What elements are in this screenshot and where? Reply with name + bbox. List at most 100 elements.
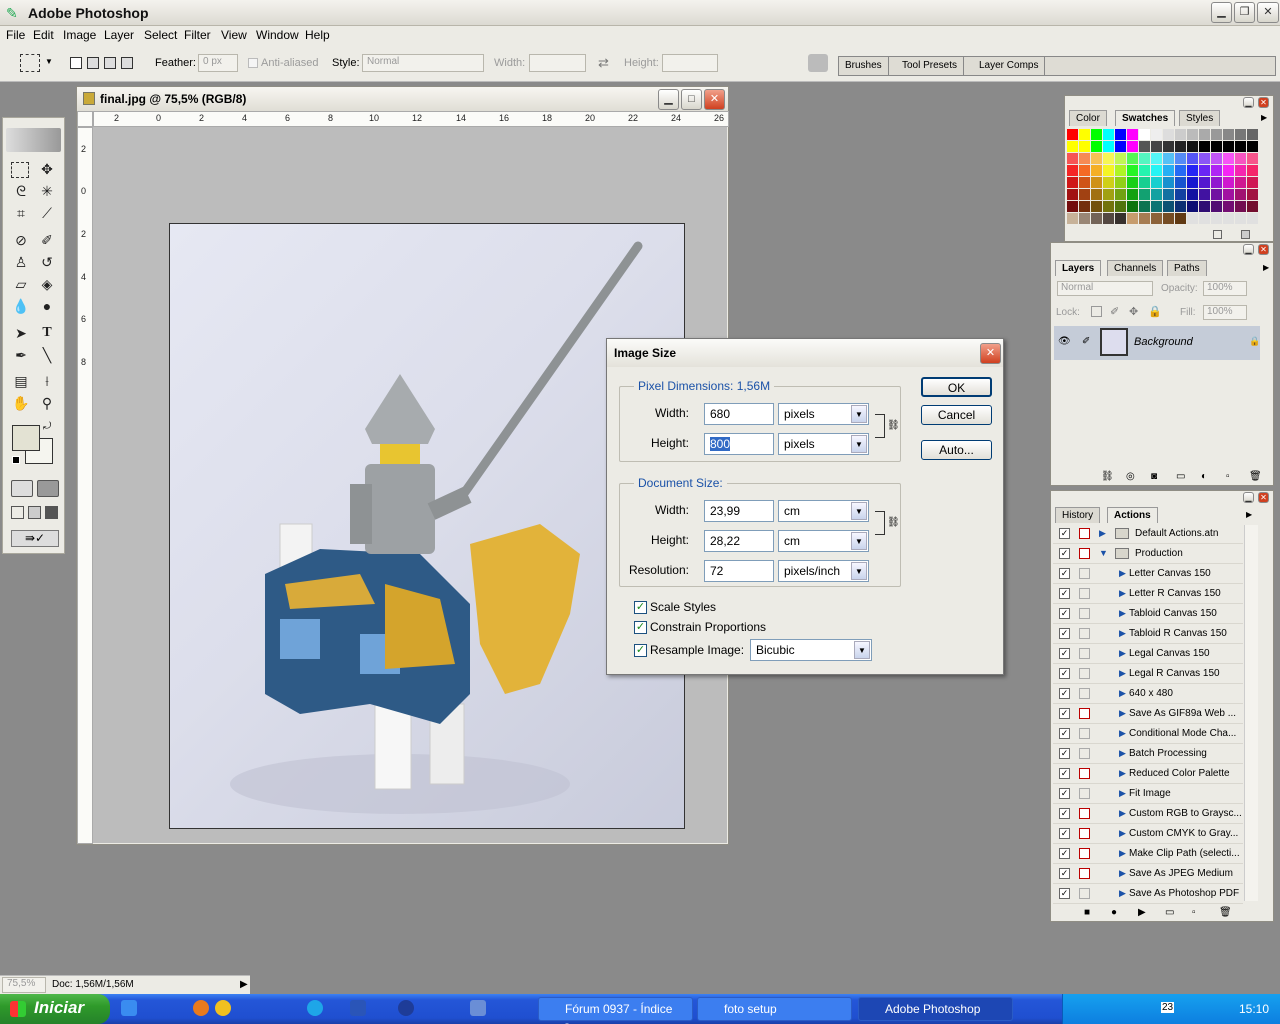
intersect-selection-icon[interactable] <box>121 57 133 69</box>
hand-tool-icon[interactable]: ✋ <box>10 393 32 413</box>
swatch-cell[interactable] <box>1223 189 1234 200</box>
action-row[interactable]: ✓ ▶ Save As GIF89a Web ... <box>1053 704 1243 724</box>
doc-close-button[interactable]: ✕ <box>704 89 725 110</box>
path-select-icon[interactable]: ➤ <box>10 323 32 343</box>
swatch-cell[interactable] <box>1175 129 1186 140</box>
new-set-icon[interactable]: ▭ <box>1165 907 1174 918</box>
swatch-cell[interactable] <box>1151 129 1162 140</box>
swatch-cell[interactable] <box>1115 177 1126 188</box>
task-foto-setup[interactable]: foto setup <box>697 997 852 1021</box>
px-width-unit-select[interactable]: pixels ▼ <box>778 403 869 425</box>
swatch-cell[interactable] <box>1103 177 1114 188</box>
swatch-cell[interactable] <box>1091 177 1102 188</box>
swatch-cell[interactable] <box>1187 165 1198 176</box>
swatch-cell[interactable] <box>1103 213 1114 224</box>
zoom-tool-icon[interactable]: ⚲ <box>36 393 58 413</box>
swatch-cell[interactable] <box>1199 141 1210 152</box>
lasso-tool-icon[interactable]: ᘓ <box>10 181 32 201</box>
swatch-cell[interactable] <box>1163 129 1174 140</box>
dialog-toggle-icon[interactable] <box>1079 768 1090 779</box>
dialog-toggle-icon[interactable] <box>1079 828 1090 839</box>
swatch-cell[interactable] <box>1151 189 1162 200</box>
eraser-tool-icon[interactable]: ▱ <box>10 274 32 294</box>
swatch-cell[interactable] <box>1175 213 1186 224</box>
layer-row-background[interactable]: 👁 ✐ Background 🔒 <box>1054 326 1260 360</box>
marquee-preset-icon[interactable] <box>20 54 40 72</box>
menu-view[interactable]: View <box>221 28 247 42</box>
action-row[interactable]: ✓ ▶ Tabloid Canvas 150 <box>1053 604 1243 624</box>
chevron-down-icon[interactable]: ▼ <box>45 57 53 66</box>
swatch-cell[interactable] <box>1187 189 1198 200</box>
ok-button[interactable]: OK <box>921 377 992 397</box>
swatch-cell[interactable] <box>1187 153 1198 164</box>
resolution-input[interactable]: 72 <box>704 560 774 582</box>
layer-mask-icon[interactable]: ◙ <box>1151 471 1157 482</box>
swatch-cell[interactable] <box>1211 201 1222 212</box>
swatch-cell[interactable] <box>1115 201 1126 212</box>
expand-triangle-icon[interactable]: ▶ <box>1119 588 1126 599</box>
layers-close-button[interactable]: ✕ <box>1258 244 1269 255</box>
swatch-cell[interactable] <box>1223 141 1234 152</box>
swatch-cell[interactable] <box>1247 213 1258 224</box>
actions-minimize-button[interactable]: ▁ <box>1243 492 1254 503</box>
swatch-cell[interactable] <box>1151 213 1162 224</box>
swatch-cell[interactable] <box>1115 189 1126 200</box>
swatch-cell[interactable] <box>1223 213 1234 224</box>
toggle-item-checkbox[interactable]: ✓ <box>1059 568 1070 579</box>
palette-well-icon[interactable] <box>808 54 828 72</box>
action-row[interactable]: ✓ ▶ Save As JPEG Medium <box>1053 864 1243 884</box>
swatch-cell[interactable] <box>1187 177 1198 188</box>
resample-method-select[interactable]: Bicubic ▼ <box>750 639 872 661</box>
swatch-cell[interactable] <box>1151 165 1162 176</box>
standard-mode-icon[interactable] <box>11 480 33 497</box>
swatch-cell[interactable] <box>1187 213 1198 224</box>
swatch-cell[interactable] <box>1127 165 1138 176</box>
magic-wand-icon[interactable]: ✳ <box>36 181 58 201</box>
play-icon[interactable]: ▶ <box>1138 907 1146 918</box>
swatch-cell[interactable] <box>1139 177 1150 188</box>
history-brush-icon[interactable]: ↺ <box>36 252 58 272</box>
px-height-input[interactable]: 800 <box>704 433 774 455</box>
swatch-cell[interactable] <box>1235 201 1246 212</box>
swatch-cell[interactable] <box>1223 129 1234 140</box>
dialog-toggle-icon[interactable] <box>1079 588 1090 599</box>
swatch-cell[interactable] <box>1247 201 1258 212</box>
swatch-cell[interactable] <box>1211 165 1222 176</box>
swatch-cell[interactable] <box>1235 153 1246 164</box>
toggle-item-checkbox[interactable]: ✓ <box>1059 548 1070 559</box>
swatch-cell[interactable] <box>1199 165 1210 176</box>
lock-image-icon[interactable]: ✐ <box>1110 305 1119 318</box>
toggle-item-checkbox[interactable]: ✓ <box>1059 608 1070 619</box>
trash-icon[interactable]: 🗑 <box>1219 907 1232 918</box>
dialog-toggle-icon[interactable] <box>1079 788 1090 799</box>
swatch-cell[interactable] <box>1151 153 1162 164</box>
dialog-toggle-icon[interactable] <box>1079 808 1090 819</box>
action-set-row[interactable]: ✓ ▼ Production <box>1053 544 1243 564</box>
well-tab-layer-comps[interactable]: Layer Comps <box>973 57 1046 75</box>
panel-close-button[interactable]: ✕ <box>1258 97 1269 108</box>
swatch-cell[interactable] <box>1079 129 1090 140</box>
swatch-cell[interactable] <box>1163 213 1174 224</box>
swatch-cell[interactable] <box>1103 201 1114 212</box>
cancel-button[interactable]: Cancel <box>921 405 992 425</box>
swatch-grid[interactable] <box>1067 129 1259 225</box>
swatch-cell[interactable] <box>1103 165 1114 176</box>
swatch-cell[interactable] <box>1127 213 1138 224</box>
toggle-item-checkbox[interactable]: ✓ <box>1059 808 1070 819</box>
toggle-item-checkbox[interactable]: ✓ <box>1059 528 1070 539</box>
new-group-icon[interactable]: ▭ <box>1176 471 1185 482</box>
actions-close-button[interactable]: ✕ <box>1258 492 1269 503</box>
dialog-toggle-icon[interactable] <box>1079 608 1090 619</box>
blend-mode-select[interactable]: Normal <box>1057 281 1153 296</box>
expand-triangle-icon[interactable]: ▶ <box>1119 868 1126 879</box>
new-swatch-icon[interactable] <box>1213 230 1222 239</box>
swatch-cell[interactable] <box>1139 165 1150 176</box>
doc-width-unit-select[interactable]: cm ▼ <box>778 500 869 522</box>
tab-layers[interactable]: Layers <box>1055 260 1102 276</box>
actions-scrollbar[interactable] <box>1244 525 1258 901</box>
swatch-cell[interactable] <box>1127 201 1138 212</box>
menu-help[interactable]: Help <box>305 28 330 42</box>
swatch-cell[interactable] <box>1067 201 1078 212</box>
screen-mode-1-icon[interactable] <box>11 506 24 519</box>
link-layers-icon[interactable]: ⛓ <box>1101 471 1114 482</box>
